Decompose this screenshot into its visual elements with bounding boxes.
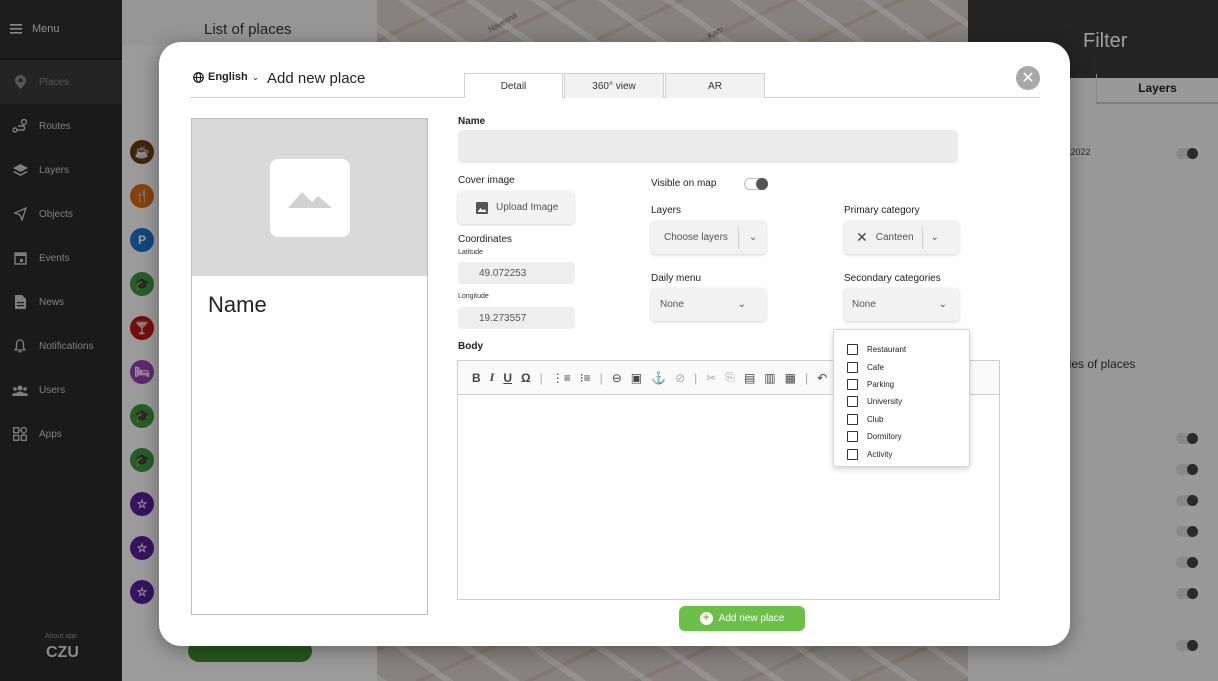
link-icon[interactable]: ⊖ <box>612 371 622 385</box>
layers-value: Choose layers <box>664 232 728 243</box>
divider <box>921 226 923 249</box>
underline-icon[interactable]: U <box>503 371 512 385</box>
chevron-down-icon: ⌄ <box>251 71 260 82</box>
option-club[interactable]: Club <box>834 411 969 428</box>
special-char-icon[interactable]: Ω <box>521 371 531 385</box>
chevron-down-icon: ⌄ <box>930 232 939 243</box>
bold-icon[interactable]: B <box>472 371 481 385</box>
layers-label: Layers <box>651 205 682 216</box>
option-university[interactable]: University <box>834 393 969 410</box>
body-label: Body <box>458 341 483 352</box>
primary-category-label: Primary category <box>844 205 920 216</box>
daily-menu-select[interactable]: None ⌄ <box>651 288 766 321</box>
checkbox[interactable] <box>847 448 858 460</box>
image-icon <box>476 201 488 214</box>
option-label: Restaurant <box>867 345 907 355</box>
name-label: Name <box>458 116 486 127</box>
add-button-label: Add new place <box>718 613 785 624</box>
unlink-icon[interactable]: ⊘ <box>675 371 685 385</box>
option-restaurant[interactable]: Restaurant <box>834 341 969 358</box>
preview-name: Name <box>208 292 267 317</box>
copy-icon[interactable]: ⎘ <box>725 370 735 385</box>
checkbox[interactable] <box>847 344 858 356</box>
checkbox[interactable] <box>847 361 858 373</box>
visible-on-map-toggle[interactable] <box>744 178 768 190</box>
coordinates-label: Coordinates <box>458 234 512 245</box>
add-new-place-button[interactable]: + Add new place <box>679 606 805 631</box>
italic-icon[interactable]: I <box>490 370 495 385</box>
secondary-categories-select[interactable]: None ⌄ <box>844 288 959 321</box>
option-dormitory[interactable]: Dormitory <box>834 428 969 445</box>
divider <box>737 226 739 249</box>
numbered-list-icon[interactable]: ⋮≡ <box>552 371 571 385</box>
choose-layers-select[interactable]: Choose layers ⌄ <box>651 221 766 254</box>
option-label: University <box>867 397 903 407</box>
secondary-categories-label: Secondary categories <box>844 273 941 284</box>
language-label: English <box>208 71 248 83</box>
tab-ar[interactable]: AR <box>665 73 765 98</box>
place-preview: Name <box>191 118 428 615</box>
anchor-icon[interactable]: ⚓ <box>651 371 666 385</box>
chevron-down-icon: ⌄ <box>938 299 947 310</box>
bullet-list-icon[interactable]: ⁝≡ <box>580 371 591 385</box>
language-selector[interactable]: English ⌄ <box>193 71 259 83</box>
upload-image-button[interactable]: Upload Image <box>458 191 574 224</box>
chevron-down-icon: ⌄ <box>737 299 746 310</box>
primary-category-select[interactable]: ✕ Canteen ⌄ <box>844 221 959 254</box>
tab-360-view[interactable]: 360° view <box>564 73 664 98</box>
cover-image-placeholder <box>192 119 427 276</box>
latitude-input[interactable]: 49.072253 <box>458 262 575 284</box>
secondary-categories-value: None <box>852 299 876 310</box>
canteen-icon: ✕ <box>856 229 868 245</box>
longitude-input[interactable]: 19.273557 <box>458 307 575 329</box>
checkbox[interactable] <box>847 413 858 425</box>
checkbox[interactable] <box>847 431 858 443</box>
chevron-down-icon: ⌄ <box>748 232 758 243</box>
option-label: Dormitory <box>867 432 902 442</box>
add-place-modal: English ⌄ Add new place Detail 360° view… <box>159 42 1070 646</box>
name-input[interactable] <box>458 130 958 163</box>
image-icon <box>269 158 350 237</box>
checkbox[interactable] <box>847 378 858 390</box>
toolbar-separator: | <box>694 370 698 385</box>
toolbar-separator: | <box>804 370 809 385</box>
image-icon[interactable]: ▣ <box>631 371 642 385</box>
close-button[interactable]: ✕ <box>1016 66 1040 90</box>
globe-icon <box>193 71 204 83</box>
checkbox[interactable] <box>847 396 858 408</box>
option-label: Cafe <box>867 362 884 372</box>
option-cafe[interactable]: Cafe <box>834 358 969 375</box>
upload-label: Upload Image <box>496 202 559 213</box>
modal-header: English ⌄ Add new place Detail 360° view… <box>190 62 1040 98</box>
option-label: Club <box>867 414 884 424</box>
paste-word-icon[interactable]: ▦ <box>785 371 796 385</box>
modal-title: Add new place <box>267 70 366 87</box>
cut-icon[interactable]: ✂ <box>706 371 716 385</box>
toolbar-separator: | <box>539 370 543 385</box>
tab-detail[interactable]: Detail <box>464 73 563 98</box>
paste-icon[interactable]: ▤ <box>744 371 755 385</box>
longitude-label: Longitude <box>458 293 489 300</box>
close-icon: ✕ <box>1021 70 1035 87</box>
toolbar-separator: | <box>599 370 603 385</box>
paste-text-icon[interactable]: ▥ <box>764 371 775 385</box>
daily-menu-value: None <box>660 299 684 310</box>
cover-image-label: Cover image <box>458 175 515 186</box>
option-label: Parking <box>867 379 895 389</box>
daily-menu-label: Daily menu <box>651 273 702 284</box>
modal-tabs: Detail 360° view AR <box>464 73 766 98</box>
undo-icon[interactable]: ↶ <box>817 371 827 385</box>
option-parking[interactable]: Parking <box>834 376 969 393</box>
secondary-categories-dropdown: Restaurant Cafe Parking University Club … <box>833 329 970 467</box>
option-label: Activity <box>867 449 893 459</box>
primary-category-value: Canteen <box>875 232 914 243</box>
option-activity[interactable]: Activity <box>834 445 969 462</box>
plus-icon: + <box>699 612 713 625</box>
visible-on-map-label: Visible on map <box>651 178 717 189</box>
latitude-label: Latitude <box>458 249 483 256</box>
